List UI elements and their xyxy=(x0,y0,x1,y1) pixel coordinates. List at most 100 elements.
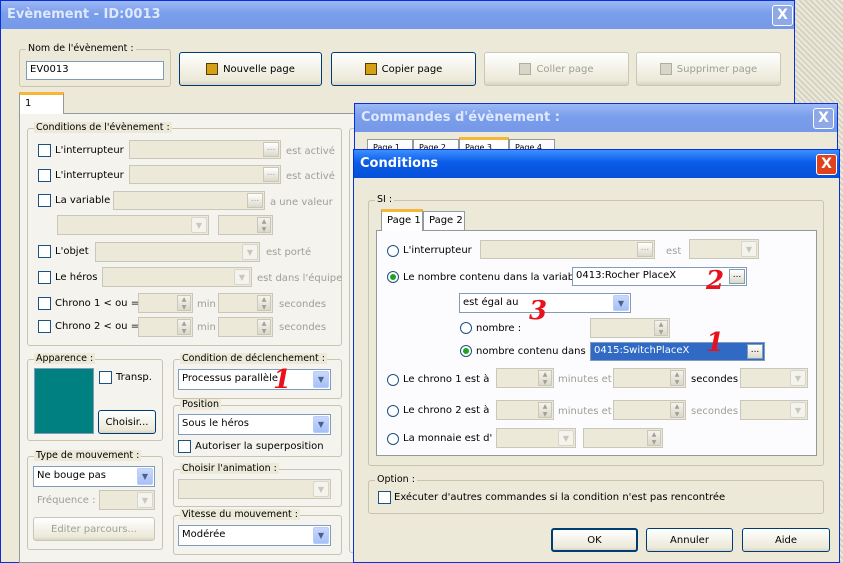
chevron-down-icon: ▼ xyxy=(313,416,329,433)
variable-label: Le nombre contenu dans la variable xyxy=(403,272,584,283)
timer1-compare-select[interactable]: ▼ xyxy=(740,368,808,388)
switch2-suffix: est activé xyxy=(286,171,335,182)
hero-select[interactable]: ▼ xyxy=(102,267,252,287)
switch1-label: L'interrupteur xyxy=(55,145,124,156)
timer1-sec-spinner[interactable]: ▲ ▼ xyxy=(218,293,273,313)
timer1-min-spinner[interactable]: ▲ ▼ xyxy=(138,293,193,313)
timer1-sec-spinner[interactable]: ▲ ▼ xyxy=(613,368,686,388)
switch2-label: L'interrupteur xyxy=(55,170,124,181)
new-page-button[interactable]: Nouvelle page xyxy=(179,52,322,86)
switch2-browse-button[interactable]: ... xyxy=(263,167,279,182)
event-name-input[interactable]: EV0013 xyxy=(26,61,164,80)
timer2-min-spinner[interactable]: ▲ ▼ xyxy=(496,400,554,420)
si-title: SI : xyxy=(375,194,395,205)
hero-checkbox[interactable] xyxy=(38,271,51,284)
animation-select[interactable]: ▼ xyxy=(178,479,331,499)
timer2-checkbox[interactable] xyxy=(38,320,51,333)
object-suffix: est porté xyxy=(266,247,312,258)
transparent-checkbox[interactable] xyxy=(99,371,112,384)
variable-value: 0413:Rocher PlaceX xyxy=(576,270,677,281)
chevron-down-icon: ▼ xyxy=(234,269,250,285)
object-label: L'objet xyxy=(55,246,89,257)
constant-radio[interactable] xyxy=(460,322,472,334)
spinner-arrows-icon: ▲ ▼ xyxy=(538,370,552,386)
spinner-arrows-icon: ▲ ▼ xyxy=(177,319,191,335)
switch1-browse-button[interactable]: ... xyxy=(263,142,279,157)
commands-window-close-button[interactable]: X xyxy=(813,108,834,129)
switch-field: ... xyxy=(480,240,655,259)
movement-speed-title: Vitesse du mouvement : xyxy=(180,509,300,520)
switch-radio[interactable] xyxy=(387,245,399,257)
var-number-field: 0415:SwitchPlaceX... xyxy=(590,342,765,361)
switch2-field: ... xyxy=(129,165,281,184)
constant-spinner[interactable]: ▲ ▼ xyxy=(590,318,670,338)
variable-radio[interactable] xyxy=(387,271,399,283)
paste-page-label: Coller page xyxy=(536,63,594,75)
object-select[interactable]: ▼ xyxy=(95,242,260,262)
variable-browse-button[interactable]: ... xyxy=(247,193,263,208)
money-radio[interactable] xyxy=(387,433,399,445)
delete-page-icon xyxy=(659,63,672,75)
movement-speed-select[interactable]: Modérée ▼ xyxy=(178,525,331,546)
comparison-value: est égal au xyxy=(463,297,519,308)
timer1-radio[interactable] xyxy=(387,374,399,386)
else-branch-label: Exécuter d'autres commandes si la condit… xyxy=(394,492,726,503)
variable-checkbox[interactable] xyxy=(38,194,51,207)
timer2-min-spinner[interactable]: ▲ ▼ xyxy=(138,317,193,337)
spinner-arrows-icon: ▲ ▼ xyxy=(654,320,668,336)
movement-type-select[interactable]: Ne bouge pas ▼ xyxy=(33,466,155,487)
chevron-down-icon: ▼ xyxy=(790,370,806,386)
variable-compare-select[interactable]: ▼ xyxy=(57,215,209,235)
choose-graphic-button[interactable]: Choisir... xyxy=(98,410,156,434)
variable-value-spinner[interactable]: ▲ ▼ xyxy=(218,215,273,235)
var-number-radio[interactable] xyxy=(460,345,472,357)
timer1-min-spinner[interactable]: ▲ ▼ xyxy=(496,368,554,388)
spinner-arrows-icon: ▲ ▼ xyxy=(257,319,271,335)
switch-state-select[interactable]: ▼ xyxy=(689,239,759,259)
conditions-tab-page2[interactable]: Page 2 xyxy=(423,211,465,231)
variable-browse-button[interactable]: ... xyxy=(729,269,745,284)
timer2-min-label: min xyxy=(197,322,216,333)
spinner-arrows-icon: ▲ ▼ xyxy=(670,402,684,418)
money-spinner[interactable]: ▲ ▼ xyxy=(583,428,663,448)
switch-suffix: est xyxy=(666,246,682,257)
delete-page-button[interactable]: Supprimer page xyxy=(636,52,781,86)
spinner-arrows-icon: ▲ ▼ xyxy=(257,217,271,233)
movement-speed-value: Modérée xyxy=(182,529,226,540)
frequency-select[interactable]: ▼ xyxy=(99,490,155,510)
event-page-tab-1[interactable]: 1 xyxy=(19,92,64,114)
timer2-label: Le chrono 2 est à xyxy=(403,405,490,416)
switch1-checkbox[interactable] xyxy=(38,144,51,157)
money-compare-select[interactable]: ▼ xyxy=(496,428,576,448)
timer2-sec-spinner[interactable]: ▲ ▼ xyxy=(218,317,273,337)
help-button[interactable]: Aide xyxy=(742,528,830,552)
paste-page-button[interactable]: Coller page xyxy=(484,52,629,86)
else-branch-checkbox[interactable] xyxy=(378,491,391,504)
cancel-button[interactable]: Annuler xyxy=(646,528,733,552)
trigger-select[interactable]: Processus parallèle ▼ xyxy=(178,369,331,390)
event-window-close-button[interactable]: X xyxy=(772,5,793,26)
timer1-checkbox[interactable] xyxy=(38,297,51,310)
conditions-dialog-close-button[interactable]: X xyxy=(816,154,837,175)
sprite-preview[interactable] xyxy=(34,368,94,434)
conditions-dialog: Conditions X SI : Page 1 Page 2 L'interr… xyxy=(353,149,840,563)
switch-label: L'interrupteur xyxy=(403,245,472,256)
conditions-tab-page1[interactable]: Page 1 xyxy=(381,209,423,231)
position-select[interactable]: Sous le héros ▼ xyxy=(178,414,331,435)
edit-route-button[interactable]: Editer parcours... xyxy=(33,517,155,541)
switch2-checkbox[interactable] xyxy=(38,169,51,182)
spinner-arrows-icon: ▲ ▼ xyxy=(177,295,191,311)
object-checkbox[interactable] xyxy=(38,245,51,258)
var-number-browse-button[interactable]: ... xyxy=(747,344,763,359)
timer2-radio[interactable] xyxy=(387,405,399,417)
variable-label: La variable xyxy=(55,195,111,206)
chevron-down-icon: ▼ xyxy=(313,371,329,388)
chevron-down-icon: ▼ xyxy=(613,295,629,311)
copy-page-button[interactable]: Copier page xyxy=(331,52,476,86)
spinner-arrows-icon: ▲ ▼ xyxy=(257,295,271,311)
timer2-sec-spinner[interactable]: ▲ ▼ xyxy=(613,400,686,420)
timer2-compare-select[interactable]: ▼ xyxy=(740,400,808,420)
overlap-checkbox[interactable] xyxy=(178,440,191,453)
switch-browse-button[interactable]: ... xyxy=(637,242,653,257)
ok-button[interactable]: OK xyxy=(551,528,638,552)
